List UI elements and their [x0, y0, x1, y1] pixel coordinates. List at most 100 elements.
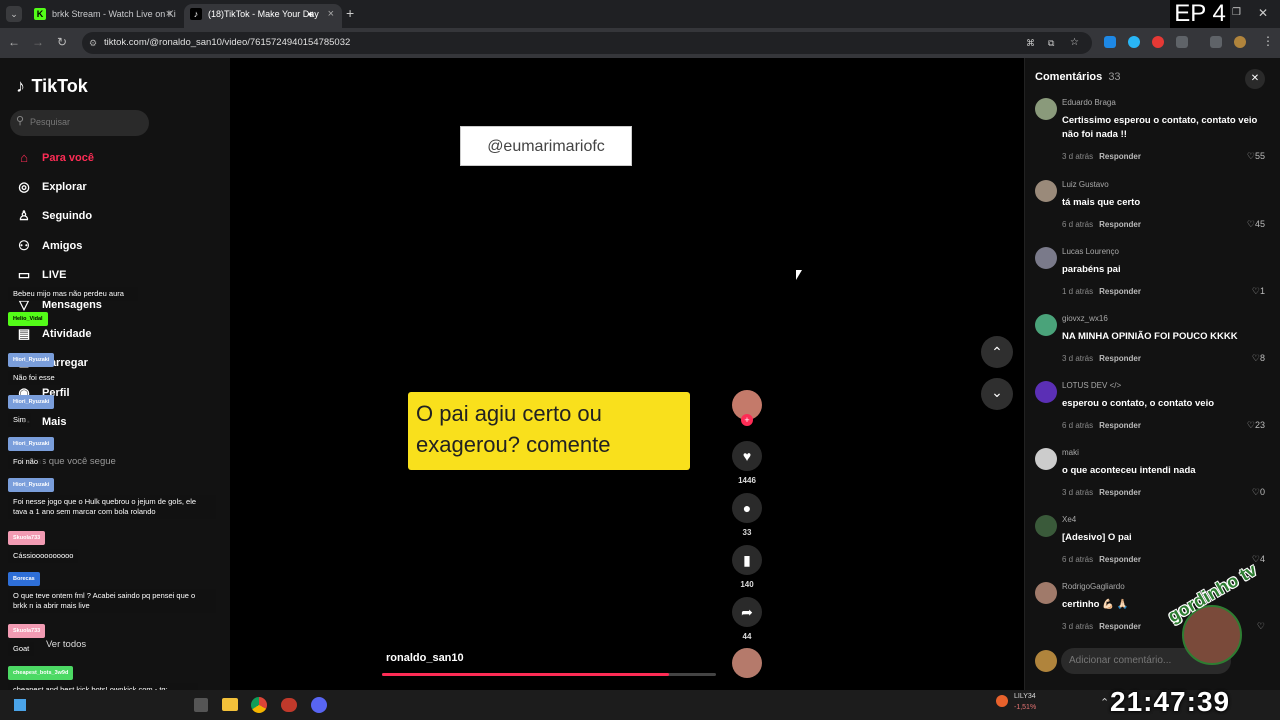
comment-username[interactable]: LOTUS DEV </>	[1062, 381, 1121, 390]
heart-icon[interactable]: ♥	[732, 441, 762, 471]
sound-disc[interactable]	[732, 648, 762, 678]
comment-text: esperou o contato, o contato veio	[1062, 398, 1215, 409]
follow-plus-icon[interactable]: +	[741, 414, 753, 426]
taskbar-app-icon[interactable]	[194, 698, 208, 712]
speaker-icon[interactable]: 🔊︎	[308, 4, 314, 24]
system-tray-chevron-icon[interactable]: ⌃	[1100, 696, 1109, 709]
nav-seguindo[interactable]: ♙ Seguindo	[16, 207, 92, 225]
comment-likes[interactable]: ♡0	[1252, 487, 1265, 498]
browser-tab-bar: ⌄ K brkk Stream - Watch Live on Ki × ♪ (…	[0, 0, 1280, 28]
next-video-button[interactable]: ⌄	[981, 378, 1013, 410]
search-input[interactable]: ⚲ Pesquisar	[10, 110, 149, 136]
close-comments-button[interactable]: ✕	[1245, 69, 1265, 89]
windows-start-icon[interactable]	[14, 699, 26, 711]
video-player[interactable]: @eumarimariofc O pai agiu certo ou exage…	[378, 68, 720, 678]
reload-icon[interactable]: ↻	[54, 35, 70, 49]
share-icon[interactable]: ➦	[732, 597, 762, 627]
translate-icon[interactable]: ⌘	[1026, 32, 1035, 54]
file-explorer-icon[interactable]	[222, 698, 238, 711]
reply-button[interactable]: Responder	[1099, 152, 1141, 161]
author-avatar[interactable]: +	[732, 390, 762, 426]
share-action[interactable]: ➦ 44	[732, 597, 762, 641]
url-field[interactable]: ⚙ tiktok.com/@ronaldo_san10/video/761572…	[82, 32, 1092, 54]
comment-username[interactable]: Luiz Gustavo	[1062, 180, 1109, 189]
comment-username[interactable]: RodrigoGagliardo	[1062, 582, 1125, 591]
comment-username[interactable]: maki	[1062, 448, 1079, 457]
comment-likes[interactable]: ♡8	[1252, 353, 1265, 364]
comment-username[interactable]: Eduardo Braga	[1062, 98, 1116, 107]
bookmark-icon[interactable]: ▮	[732, 545, 762, 575]
taskbar-app-icon[interactable]	[281, 698, 297, 712]
bookmark-star-icon[interactable]: ☆	[1070, 32, 1079, 54]
kebab-menu-icon[interactable]: ⋮	[1262, 34, 1274, 48]
chat-message: Cássioooooooooo	[8, 549, 79, 563]
chat-username: Skuola733	[8, 531, 46, 545]
reply-button[interactable]: Responder	[1099, 488, 1141, 497]
comment-username[interactable]: giovxz_wx16	[1062, 314, 1108, 323]
like-action[interactable]: ♥ 1446	[732, 441, 762, 485]
comment-action[interactable]: ● 33	[732, 493, 762, 537]
site-info-icon[interactable]: ⚙	[89, 32, 97, 54]
discord-icon[interactable]	[311, 697, 327, 713]
reply-button[interactable]: Responder	[1099, 287, 1141, 296]
tab-tiktok[interactable]: ♪ (18)TikTok - Make Your Day 🔊︎ ×	[184, 4, 342, 28]
close-icon[interactable]: ×	[166, 4, 172, 24]
forward-icon[interactable]: →	[30, 35, 46, 49]
reply-button[interactable]: Responder	[1099, 622, 1141, 631]
install-icon[interactable]: ⧉	[1048, 32, 1054, 54]
tab-search-button[interactable]: ⌄	[6, 6, 22, 22]
nav-para-voce[interactable]: ⌂ Para você	[16, 149, 94, 167]
profile-avatar[interactable]	[1234, 36, 1246, 48]
tiktok-logo[interactable]: ♪ TikTok	[16, 76, 88, 98]
comment-meta: 3 d atrás Responder	[1062, 354, 1141, 363]
avatar[interactable]	[1035, 381, 1057, 403]
avatar[interactable]	[1035, 314, 1057, 336]
comment-username[interactable]: Lucas Lourenço	[1062, 247, 1119, 256]
save-action[interactable]: ▮ 140	[732, 545, 762, 589]
avatar[interactable]	[1035, 247, 1057, 269]
comment-meta: 3 d atrás Responder	[1062, 622, 1141, 631]
avatar[interactable]	[1035, 448, 1057, 470]
avatar[interactable]	[1035, 98, 1057, 120]
url-text: tiktok.com/@ronaldo_san10/video/76157249…	[104, 37, 351, 48]
nav-live[interactable]: ▭ LIVE	[16, 266, 67, 284]
close-icon[interactable]: ×	[328, 4, 334, 24]
progress-track[interactable]	[382, 673, 716, 676]
new-tab-button[interactable]: +	[346, 5, 354, 21]
comment-likes[interactable]: ♡45	[1247, 219, 1265, 230]
video-author[interactable]: ronaldo_san10	[386, 652, 464, 664]
comment-likes[interactable]: ♡55	[1247, 151, 1265, 162]
music-disc-icon[interactable]	[732, 648, 762, 678]
comment-item: Eduardo Braga Certissimo esperou o conta…	[1035, 98, 1271, 168]
reply-button[interactable]: Responder	[1099, 220, 1141, 229]
reply-button[interactable]: Responder	[1099, 354, 1141, 363]
comment-icon[interactable]: ●	[732, 493, 762, 523]
comment-likes[interactable]: ♡1	[1252, 286, 1265, 297]
comment-item: LOTUS DEV </> esperou o contato, o conta…	[1035, 381, 1271, 437]
kick-icon: K	[34, 8, 46, 20]
extension-icon[interactable]	[1128, 36, 1140, 48]
avatar[interactable]	[1035, 582, 1057, 604]
comment-likes[interactable]: ♡23	[1247, 420, 1265, 431]
menu-lines-icon[interactable]	[1210, 36, 1222, 48]
avatar[interactable]	[1035, 515, 1057, 537]
puzzle-icon[interactable]	[1176, 36, 1188, 48]
tab-kick[interactable]: K brkk Stream - Watch Live on Ki ×	[28, 4, 180, 28]
extension-icon[interactable]	[1152, 36, 1164, 48]
window-restore-icon[interactable]: ❐	[1232, 7, 1241, 18]
previous-video-button[interactable]: ⌃	[981, 336, 1013, 368]
nav-atividade[interactable]: ▤ Atividade	[16, 325, 92, 343]
nav-explorar[interactable]: ◎ Explorar	[16, 178, 86, 196]
chrome-icon[interactable]	[251, 697, 267, 713]
see-all-link[interactable]: Ver todos	[46, 639, 86, 650]
window-close-icon[interactable]: ✕	[1258, 6, 1268, 20]
back-icon[interactable]: ←	[6, 35, 22, 49]
comment-username[interactable]: Xe4	[1062, 515, 1076, 524]
reply-button[interactable]: Responder	[1099, 555, 1141, 564]
comment-text: o que aconteceu intendi nada	[1062, 465, 1196, 476]
comment-item: Luiz Gustavo tá mais que certo 6 d atrás…	[1035, 180, 1271, 236]
nav-amigos[interactable]: ⚇ Amigos	[16, 237, 82, 255]
avatar[interactable]	[1035, 180, 1057, 202]
reply-button[interactable]: Responder	[1099, 421, 1141, 430]
extension-icon[interactable]	[1104, 36, 1116, 48]
